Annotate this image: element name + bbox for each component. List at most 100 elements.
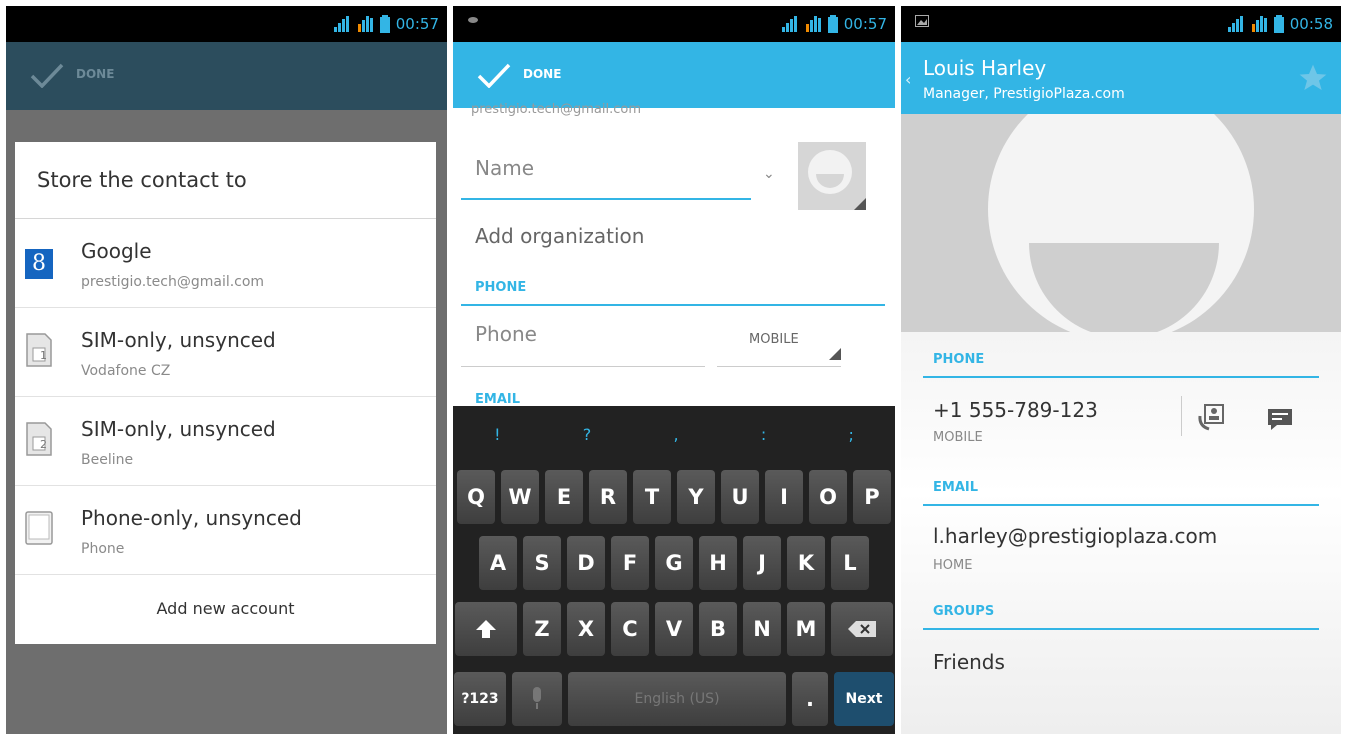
star-icon[interactable] (1297, 62, 1329, 94)
next-key[interactable]: Next (834, 672, 894, 726)
contact-name: Louis Harley (923, 56, 1047, 80)
call-contact-icon[interactable] (1197, 402, 1227, 432)
key-s[interactable]: S (523, 536, 561, 590)
contact-form: prestigio.tech@gmail.com Name ⌄ Add orga… (453, 102, 895, 407)
contact-details: PHONE +1 555-789-123 MOBILE EMAIL l.harl… (901, 332, 1341, 734)
name-field[interactable]: Name (461, 156, 751, 180)
key-j[interactable]: J (743, 536, 781, 590)
key-colon[interactable]: : (761, 425, 766, 444)
key-p[interactable]: P (853, 470, 891, 524)
phone-field[interactable]: Phone (475, 322, 537, 346)
key-y[interactable]: Y (677, 470, 715, 524)
divider (923, 376, 1319, 378)
key-n[interactable]: N (743, 602, 781, 656)
phone-type-spinner[interactable]: MOBILE (749, 332, 799, 347)
backspace-icon (848, 621, 876, 637)
key-d[interactable]: D (567, 536, 605, 590)
symbol-suggestion-row: ! ? , : ; (453, 406, 895, 462)
key-m[interactable]: M (787, 602, 825, 656)
add-organization-link[interactable]: Add organization (475, 224, 644, 248)
key-exclamation[interactable]: ! (494, 425, 500, 444)
account-item-google[interactable]: 8 Google prestigio.tech@gmail.com (15, 219, 436, 308)
backspace-key[interactable] (831, 602, 893, 656)
account-name: Phone-only, unsynced (81, 506, 302, 530)
key-comma[interactable]: , (674, 425, 679, 444)
sim-1-icon (26, 333, 52, 367)
key-f[interactable]: F (611, 536, 649, 590)
key-z[interactable]: Z (523, 602, 561, 656)
key-w[interactable]: W (501, 470, 539, 524)
account-sub: Phone (81, 541, 125, 557)
shift-key[interactable] (455, 602, 517, 656)
status-bar: 00:57 (6, 6, 447, 42)
add-new-account-button[interactable]: Add new account (15, 575, 436, 643)
key-h[interactable]: H (699, 536, 737, 590)
key-g[interactable]: G (655, 536, 693, 590)
phone-device-icon (25, 511, 53, 545)
back-chevron-icon[interactable]: ‹ (905, 70, 911, 89)
action-bar: DONE (453, 42, 895, 108)
phone-type: MOBILE (933, 430, 983, 445)
phone-entry[interactable]: +1 555-789-123 MOBILE (901, 382, 1171, 452)
key-q[interactable]: Q (457, 470, 495, 524)
chevron-down-icon[interactable]: ⌄ (763, 166, 775, 182)
notification-icon (468, 17, 478, 23)
key-u[interactable]: U (721, 470, 759, 524)
key-c[interactable]: C (611, 602, 649, 656)
contact-photo (901, 114, 1341, 332)
store-contact-dialog: Store the contact to 8 Google prestigio.… (15, 142, 436, 644)
spinner-corner-icon (829, 348, 841, 360)
key-o[interactable]: O (809, 470, 847, 524)
account-item-phone[interactable]: Phone-only, unsynced Phone (15, 486, 436, 575)
clock: 00:58 (1289, 15, 1333, 33)
done-button[interactable]: DONE (76, 67, 114, 81)
signal-icon (1227, 16, 1243, 32)
checkmark-icon[interactable] (30, 62, 64, 88)
key-l[interactable]: L (831, 536, 869, 590)
key-row-2: A S D F G H J K L (453, 536, 895, 590)
numbers-key[interactable]: ?123 (454, 672, 506, 726)
account-sub: prestigio.tech@gmail.com (81, 274, 265, 290)
soft-keyboard: ! ? , : ; Q W E R T Y U I O P A S D F G … (453, 406, 895, 734)
space-key[interactable]: English (US) (568, 672, 786, 726)
key-row-3: Z X C V B N M (453, 602, 895, 656)
checkmark-icon[interactable] (477, 62, 511, 88)
sim-1-glyph: 1 (40, 349, 47, 362)
account-item-sim-1[interactable]: 1 SIM-only, unsynced Vodafone CZ (15, 308, 436, 397)
action-bar: ‹ Louis Harley Manager, PrestigioPlaza.c… (901, 42, 1341, 114)
battery-icon (379, 15, 390, 33)
battery-icon (1273, 15, 1284, 33)
key-r[interactable]: R (589, 470, 627, 524)
key-k[interactable]: K (787, 536, 825, 590)
account-name: SIM-only, unsynced (81, 417, 276, 441)
key-x[interactable]: X (567, 602, 605, 656)
key-a[interactable]: A (479, 536, 517, 590)
key-i[interactable]: I (765, 470, 803, 524)
account-name: SIM-only, unsynced (81, 328, 276, 352)
account-item-sim-2[interactable]: 2 SIM-only, unsynced Beeline (15, 397, 436, 486)
key-question[interactable]: ? (583, 425, 592, 444)
done-button[interactable]: DONE (523, 67, 561, 81)
email-section-label: EMAIL (933, 480, 978, 495)
divider (923, 504, 1319, 506)
mobile-data-icon (1251, 16, 1267, 32)
key-v[interactable]: V (655, 602, 693, 656)
email-type: HOME (933, 558, 973, 573)
voice-input-key[interactable] (512, 672, 562, 726)
email-entry[interactable]: l.harley@prestigioplaza.com HOME (901, 510, 1341, 580)
key-t[interactable]: T (633, 470, 671, 524)
key-semicolon[interactable]: ; (848, 425, 853, 444)
signal-icon (333, 16, 349, 32)
spinner-underline (717, 366, 841, 367)
key-row-4: ?123 English (US) . Next (453, 672, 895, 726)
avatar-placeholder-icon (988, 114, 1254, 332)
account-sub: Vodafone CZ (81, 363, 171, 379)
key-b[interactable]: B (699, 602, 737, 656)
google-icon: 8 (25, 249, 53, 279)
mobile-data-icon (805, 16, 821, 32)
contact-photo-button[interactable] (798, 142, 866, 210)
email-section-label: EMAIL (475, 392, 520, 407)
key-e[interactable]: E (545, 470, 583, 524)
message-icon[interactable] (1267, 408, 1293, 430)
period-key[interactable]: . (792, 672, 828, 726)
